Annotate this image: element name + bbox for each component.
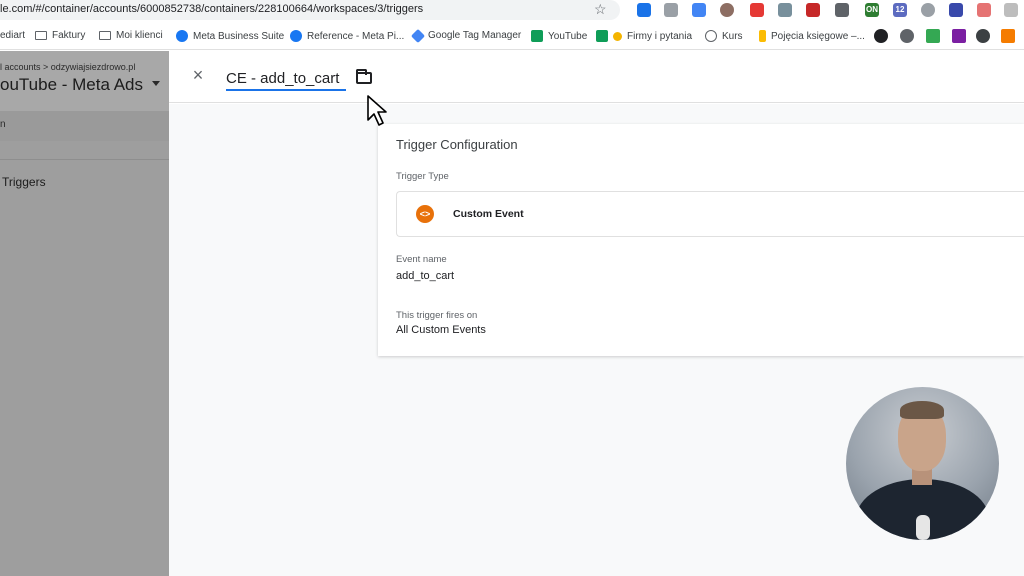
- app-m-icon[interactable]: [1001, 29, 1015, 43]
- bookmark-moi-klienci[interactable]: Moi klienci: [99, 30, 163, 41]
- bookmark-label: Reference - Meta Pi...: [307, 30, 405, 42]
- bookmark-youtube[interactable]: YouTube: [531, 30, 587, 42]
- card-title: Trigger Configuration: [396, 137, 518, 152]
- address-bar: le.com/#/container/accounts/6000852738/c…: [0, 0, 1024, 22]
- presenter-hair: [900, 401, 944, 419]
- workspace-header: l accounts > odzywiajsiezdrowo.pl ouTube…: [0, 51, 169, 141]
- make-icon[interactable]: [952, 29, 966, 43]
- bookmark-label: Meta Business Suite: [193, 30, 285, 42]
- gear-icon[interactable]: [900, 29, 914, 43]
- bookmark-label: Faktury: [52, 30, 86, 41]
- bookmark-kurs[interactable]: Kurs: [705, 30, 743, 42]
- extension-slash-icon[interactable]: [949, 3, 963, 17]
- sheets-icon: [596, 30, 608, 42]
- sheets-icon: [531, 30, 543, 42]
- bookmark-meta-business-suite[interactable]: Meta Business Suite: [176, 30, 284, 42]
- webcam-overlay: [846, 387, 999, 540]
- extension-on-icon[interactable]: ON: [865, 3, 879, 17]
- workspace-sidebar: l accounts > odzywiajsiezdrowo.pl ouTube…: [0, 51, 169, 576]
- fires-on-label: This trigger fires on: [396, 310, 478, 321]
- bookmark-ediart[interactable]: ediart: [0, 30, 25, 41]
- extension-code-icon[interactable]: [664, 3, 678, 17]
- extension-stack-icon[interactable]: [778, 3, 792, 17]
- workspace-subbar: [0, 111, 169, 141]
- extension-count-icon[interactable]: 12: [893, 3, 907, 17]
- trigger-type-name: Custom Event: [453, 208, 524, 220]
- bookmark-faktury[interactable]: Faktury: [35, 30, 85, 41]
- close-icon[interactable]: ×: [189, 66, 207, 84]
- pinned-app-icon[interactable]: [874, 29, 888, 43]
- event-name-value: add_to_cart: [396, 270, 455, 282]
- trigger-configuration-card[interactable]: Trigger Configuration Trigger Type <> Cu…: [378, 124, 1024, 356]
- bookmark-reference-meta[interactable]: Reference - Meta Pi...: [290, 30, 404, 42]
- bookmark-label: Kurs: [722, 30, 743, 42]
- bookmark-firmy-i-pytania[interactable]: Firmy i pytania: [596, 30, 692, 42]
- bookmark-label: Moi klienci: [116, 30, 163, 41]
- bookmark-label: YouTube: [548, 30, 588, 42]
- fires-on-value: All Custom Events: [396, 324, 486, 336]
- bookmark-google-tag-manager[interactable]: Google Tag Manager: [410, 28, 522, 43]
- event-name-label: Event name: [396, 254, 447, 265]
- extension-pen-icon[interactable]: [835, 3, 849, 17]
- extension-search-icon[interactable]: [921, 3, 935, 17]
- url-text: le.com/#/container/accounts/6000852738/c…: [0, 3, 424, 15]
- extension-tag-icon[interactable]: [692, 3, 706, 17]
- bookmark-label: Google Tag Manager: [428, 30, 522, 41]
- trigger-type-label: Trigger Type: [396, 171, 449, 182]
- bookmarks-bar: ediart Faktury Moi klienci Meta Business…: [0, 24, 1024, 50]
- kurs-icon: [705, 30, 717, 42]
- custom-event-icon: <>: [416, 205, 434, 223]
- folder-icon: [35, 31, 47, 40]
- workspace-title[interactable]: ouTube - Meta Ads: [0, 75, 143, 95]
- facebook-icon: [290, 30, 302, 42]
- breadcrumb[interactable]: l accounts > odzywiajsiezdrowo.pl: [0, 62, 135, 72]
- trigger-type-selector[interactable]: <> Custom Event: [396, 191, 1024, 237]
- bookmark-label: Firmy i pytania: [627, 30, 693, 42]
- trigger-editor-header: ×: [169, 51, 1024, 103]
- extension-tag2-icon[interactable]: [1004, 3, 1018, 17]
- workspace-subbar-text: n: [0, 119, 6, 130]
- globe-icon[interactable]: [976, 29, 990, 43]
- extension-record-icon[interactable]: [750, 3, 764, 17]
- gtm-icon: [410, 28, 426, 43]
- nav-item-triggers[interactable]: Triggers: [2, 175, 46, 189]
- meta-icon: [176, 30, 188, 42]
- bookmark-label: ediart: [0, 30, 26, 41]
- drive-icon[interactable]: [926, 29, 940, 43]
- microphone-icon: [916, 515, 930, 540]
- extension-cookie-icon[interactable]: [720, 3, 734, 17]
- trigger-name-input[interactable]: [226, 67, 346, 91]
- bookmark-star-icon[interactable]: ☆: [594, 1, 607, 18]
- url-field[interactable]: le.com/#/container/accounts/6000852738/c…: [0, 0, 620, 20]
- folder-icon[interactable]: [356, 69, 372, 84]
- doc-icon: [759, 30, 766, 42]
- star-icon: [613, 31, 622, 41]
- bookmark-label: Pojęcia księgowe –...: [771, 30, 865, 42]
- chevron-down-icon[interactable]: [152, 81, 160, 86]
- extension-drop-icon[interactable]: [637, 3, 651, 17]
- extension-s-icon[interactable]: [806, 3, 820, 17]
- bookmark-pojecia-ksiegowe[interactable]: Pojęcia księgowe –...: [759, 30, 865, 42]
- mouse-pointer-icon: [367, 95, 387, 126]
- divider: [0, 159, 169, 160]
- folder-icon: [99, 31, 111, 40]
- extension-camera-icon[interactable]: [977, 3, 991, 17]
